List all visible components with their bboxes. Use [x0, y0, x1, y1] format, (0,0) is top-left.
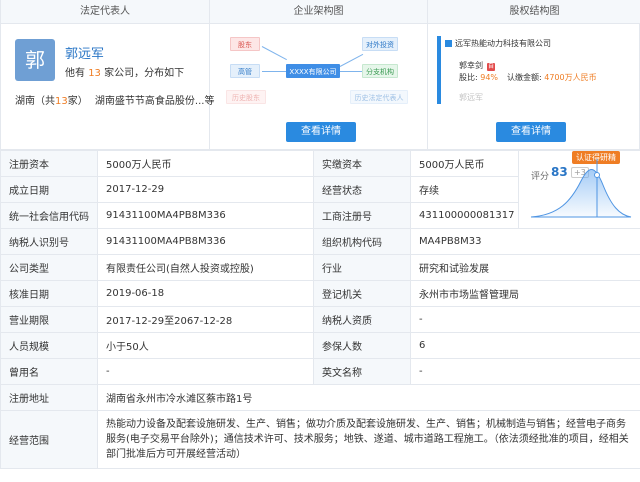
table-row: 经营范围 热能动力设备及配套设施研发、生产、销售；做功介质及配套设施研发、生产、…: [0, 410, 640, 469]
staff-label: 人员规模: [0, 332, 98, 359]
registered-capital-label: 注册资本: [0, 150, 98, 177]
insured-label: 参保人数: [313, 332, 411, 359]
score-curve-icon: [530, 159, 632, 218]
status-value: 存续: [410, 176, 519, 203]
table-row: 注册地址 湖南省永州市冷水滩区蔡市路1号: [0, 384, 640, 411]
legal-rep-name-link[interactable]: 郭远军: [65, 43, 104, 62]
established-value: 2017-12-29: [97, 176, 314, 203]
count-suffix: 家公司，分布如下: [104, 68, 185, 79]
org-shareholder-box: 股东: [230, 37, 260, 51]
equity-subscribed: 认缴金额: 4700万人民币: [507, 72, 597, 83]
former-name-value: -: [97, 358, 314, 385]
table-row: 公司类型 有限责任公司(自然人投资或控股) 行业 研究和试验发展: [0, 254, 640, 281]
org-foreign-investment-box: 对外投资: [362, 37, 398, 51]
equity-next-holder: 郭远军: [459, 93, 483, 102]
org-history-shareholder-box: 历史股东: [226, 90, 266, 104]
english-name-value: -: [410, 358, 640, 385]
equity-header: 股权结构图: [428, 0, 640, 24]
equity-company: 远军热能动力科技有限公司: [445, 38, 551, 49]
former-name-label: 曾用名: [0, 358, 98, 385]
org-history-legal-rep-box: 历史法定代表人: [350, 90, 408, 104]
company-icon: [445, 40, 452, 47]
table-row: 曾用名 - 英文名称 -: [0, 358, 640, 385]
industry-label: 行业: [313, 254, 411, 281]
company-type-label: 公司类型: [0, 254, 98, 281]
address-value: 湖南省永州市冷水滩区蔡市路1号: [97, 384, 640, 411]
insured-value: 6: [410, 332, 640, 359]
approval-value: 2019-06-18: [97, 280, 314, 307]
region-count: 13: [55, 96, 68, 107]
taxpayer-value: 91431100MA4PB8M336: [97, 228, 314, 255]
industry-value: 研究和试验发展: [410, 254, 640, 281]
taxpayer-quality-label: 纳税人资质: [313, 306, 411, 333]
english-name-label: 英文名称: [313, 358, 411, 385]
table-row: 营业期限 2017-12-29至2067-12-28 纳税人资质 -: [0, 306, 640, 333]
equity-detail-button[interactable]: 查看详情: [496, 122, 566, 142]
holder-badge-icon: 自: [487, 63, 495, 71]
status-label: 经营状态: [313, 176, 411, 203]
registered-capital-value: 5000万人民币: [97, 150, 314, 177]
org-arrow: [340, 71, 362, 72]
company-type-value: 有限责任公司(自然人投资或控股): [97, 254, 314, 281]
subscribed-amount: 4700万人民币: [544, 73, 597, 82]
term-value: 2017-12-29至2067-12-28: [97, 306, 314, 333]
legal-rep-card: 法定代表人 郭 郭远军 他有 13 家公司，分布如下 湖南（共13家） 湖南盛节…: [1, 0, 214, 150]
equity-ratio: 股比: 94%: [459, 72, 498, 83]
legal-rep-region: 湖南（共13家） 湖南盛节节高食品股份...等: [15, 92, 214, 107]
legal-rep-company-count: 他有 13 家公司，分布如下: [65, 64, 184, 79]
avatar: 郭: [15, 39, 55, 81]
org-arrow: [339, 53, 364, 67]
scope-value: 热能动力设备及配套设施研发、生产、销售；做功介质及配套设施研发、生产、销售；机械…: [97, 410, 640, 469]
count-prefix: 他有: [65, 68, 85, 79]
subscribed-label: 认缴金额:: [507, 73, 542, 82]
org-arrow: [261, 46, 287, 61]
authority-value: 永州市市场监督管理局: [410, 280, 640, 307]
table-row: 纳税人识别号 91431100MA4PB8M336 组织机构代码 MA4PB8M…: [0, 228, 640, 255]
region-suffix: 家）: [67, 96, 88, 107]
org-arrow: [262, 71, 286, 72]
ratio-label: 股比:: [459, 73, 478, 82]
org-chart-detail-button[interactable]: 查看详情: [286, 122, 356, 142]
approval-label: 核准日期: [0, 280, 98, 307]
authority-label: 登记机关: [313, 280, 411, 307]
region-company-link[interactable]: 湖南盛节节高食品股份...等: [95, 96, 215, 107]
established-label: 成立日期: [0, 176, 98, 203]
ratio-value: 94%: [480, 73, 499, 82]
term-label: 营业期限: [0, 306, 98, 333]
paid-capital-label: 实缴资本: [313, 150, 411, 177]
equity-holder-name[interactable]: 郭幸剑: [459, 61, 483, 70]
org-code-value: MA4PB8M33: [410, 228, 640, 255]
org-chart-header: 企业架构图: [210, 0, 427, 24]
reg-no-label: 工商注册号: [313, 202, 411, 229]
taxpayer-quality-value: -: [410, 306, 640, 333]
taxpayer-label: 纳税人识别号: [0, 228, 98, 255]
count-number[interactable]: 13: [88, 68, 101, 79]
company-info-table: 注册资本 5000万人民币 实缴资本 5000万人民币 认证得研精 评分 83 …: [0, 150, 640, 469]
credit-code-value: 91431100MA4PB8M336: [97, 202, 314, 229]
equity-tree-line: [437, 36, 441, 104]
equity-holder: 郭幸剑自: [459, 60, 495, 71]
org-chart-card: 企业架构图 股东 高管 历史股东 XXXX有限公司 对外投资 分支机构 历史法定…: [210, 0, 428, 150]
region-prefix: 湖南（共: [15, 96, 55, 107]
reg-no-value: 431100000081317: [410, 202, 519, 229]
score-panel[interactable]: 认证得研精 评分 83 +3: [518, 150, 640, 229]
staff-value: 小于50人: [97, 332, 314, 359]
table-row: 人员规模 小于50人 参保人数 6: [0, 332, 640, 359]
summary-panel: 法定代表人 郭 郭远军 他有 13 家公司，分布如下 湖南（共13家） 湖南盛节…: [0, 0, 640, 150]
table-row: 核准日期 2019-06-18 登记机关 永州市市场监督管理局: [0, 280, 640, 307]
org-executive-box: 高管: [230, 64, 260, 78]
org-branch-box: 分支机构: [362, 64, 398, 78]
equity-company-name[interactable]: 远军热能动力科技有限公司: [455, 39, 551, 48]
scope-label: 经营范围: [0, 410, 98, 469]
table-row: 注册资本 5000万人民币 实缴资本 5000万人民币 认证得研精 评分 83 …: [0, 150, 640, 229]
address-label: 注册地址: [0, 384, 98, 411]
credit-code-label: 统一社会信用代码: [0, 202, 98, 229]
org-center-company-box: XXXX有限公司: [286, 64, 340, 78]
org-code-label: 组织机构代码: [313, 228, 411, 255]
paid-capital-value: 5000万人民币: [410, 150, 519, 177]
legal-rep-header: 法定代表人: [1, 0, 209, 24]
